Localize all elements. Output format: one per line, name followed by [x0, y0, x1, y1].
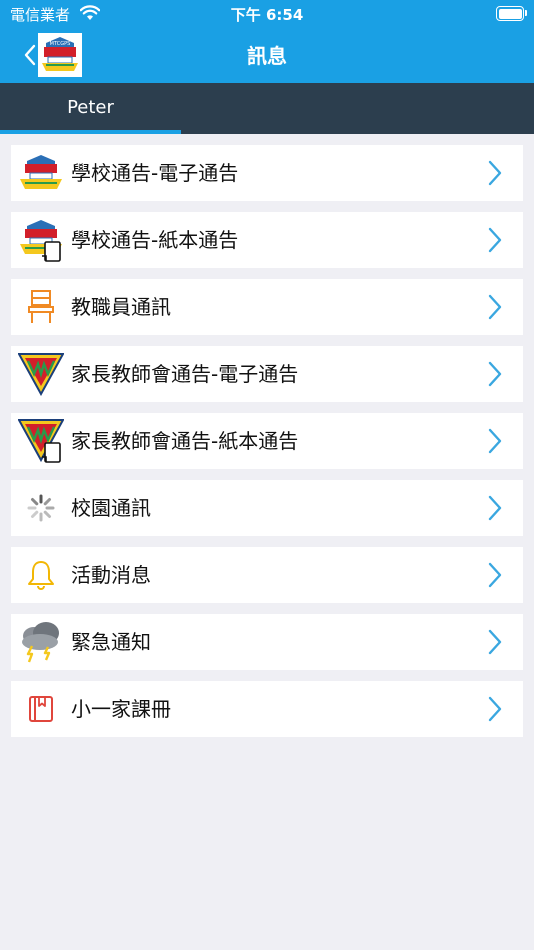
student-tabbar: Peter [0, 83, 534, 134]
list-item-label: 教職員通訊 [71, 295, 171, 319]
status-bar: 電信業者 下午 6:54 [0, 0, 534, 28]
book-icon [18, 685, 64, 733]
chevron-right-icon [488, 629, 502, 655]
list-item-school-e-notice[interactable]: 學校通告-電子通告 [11, 145, 523, 201]
list-item-pta-e-notice[interactable]: 家長教師會通告-電子通告 [11, 346, 523, 402]
list-item-staff-newsletter[interactable]: 教職員通訊 [11, 279, 523, 335]
nav-bar: MTCGPS 訊息 [0, 28, 534, 83]
list-item-label: 學校通告-電子通告 [71, 161, 239, 185]
message-category-list: 學校通告-電子通告 學校通告-紙本通告 教職員通訊 家長教師會通告-電子通告 家… [11, 145, 523, 748]
list-item-campus-newsletter[interactable]: 校園通訊 [11, 480, 523, 536]
list-item-p1-homework-book[interactable]: 小一家課冊 [11, 681, 523, 737]
list-item-activity-news[interactable]: 活動消息 [11, 547, 523, 603]
list-item-label: 校園通訊 [71, 496, 151, 520]
chevron-right-icon [488, 495, 502, 521]
list-item-label: 學校通告-紙本通告 [71, 228, 239, 252]
page-title: 訊息 [247, 44, 287, 68]
clock: 下午 6:54 [230, 6, 304, 24]
chevron-right-icon [488, 227, 502, 253]
storm-cloud-icon [18, 618, 64, 666]
pta-logo-paper-icon [18, 417, 64, 465]
chevron-right-icon [488, 294, 502, 320]
list-item-school-paper-notice[interactable]: 學校通告-紙本通告 [11, 212, 523, 268]
list-item-label: 家長教師會通告-紙本通告 [71, 429, 299, 453]
chevron-right-icon [488, 696, 502, 722]
tab-selected-indicator [0, 130, 181, 134]
school-badge-paper-icon [18, 216, 64, 264]
list-item-label: 小一家課冊 [71, 697, 171, 721]
chair-icon [18, 283, 64, 331]
list-item-label: 緊急通知 [71, 630, 151, 654]
list-item-emergency-notice[interactable]: 緊急通知 [11, 614, 523, 670]
tab-peter[interactable]: Peter [0, 83, 181, 134]
list-item-pta-paper-notice[interactable]: 家長教師會通告-紙本通告 [11, 413, 523, 469]
chevron-right-icon [488, 562, 502, 588]
list-item-label: 活動消息 [71, 563, 151, 587]
header: 電信業者 下午 6:54 MTCGPS 訊息 [0, 0, 534, 83]
school-badge-icon [18, 149, 64, 197]
bell-icon [18, 551, 64, 599]
chevron-right-icon [488, 428, 502, 454]
chevron-right-icon [488, 160, 502, 186]
chevron-right-icon [488, 361, 502, 387]
spinner-icon [18, 484, 64, 532]
tab-label: Peter [67, 97, 114, 118]
battery-icon [496, 6, 527, 21]
list-item-label: 家長教師會通告-電子通告 [71, 362, 299, 386]
pta-logo-icon [18, 350, 64, 398]
